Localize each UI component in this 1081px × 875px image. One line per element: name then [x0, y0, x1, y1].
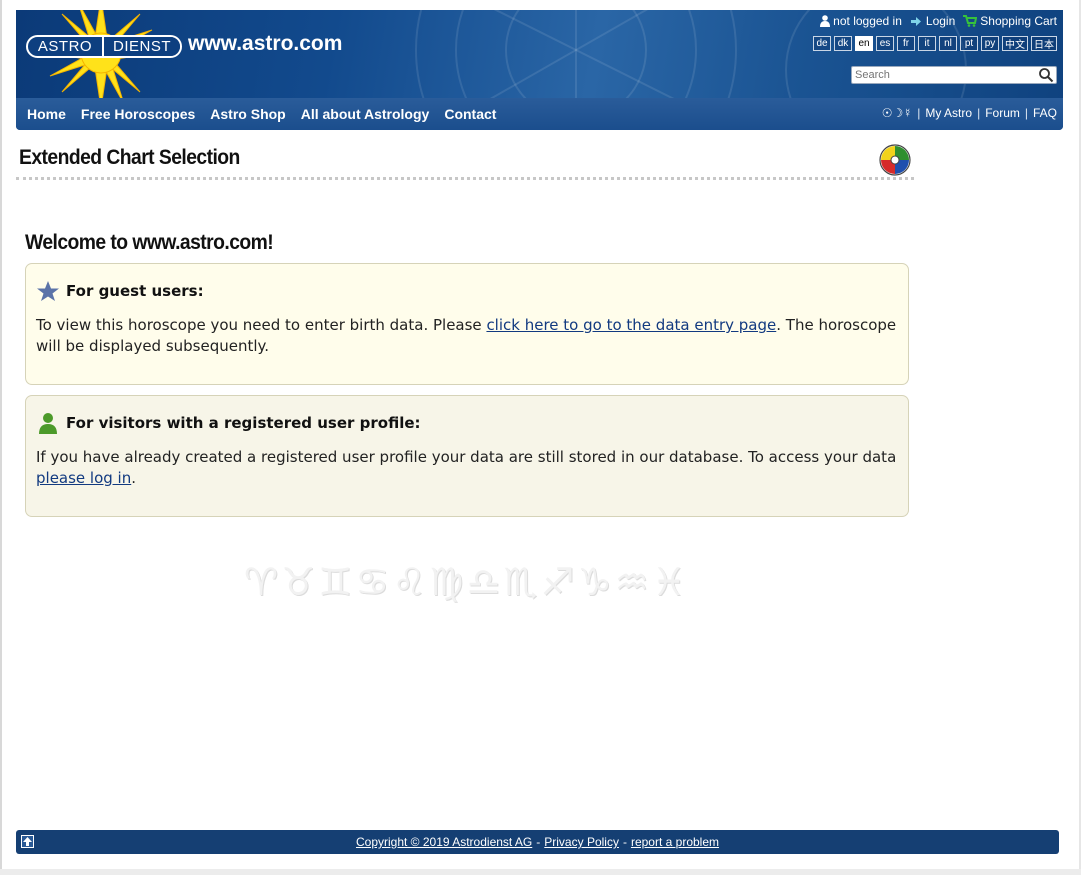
- nav-faq[interactable]: FAQ: [1033, 106, 1057, 120]
- user-icon: [820, 15, 831, 27]
- guest-users-panel: For guest users: To view this horoscope …: [25, 263, 909, 385]
- lang-pt[interactable]: pt: [960, 36, 978, 51]
- shopping-cart-label: Shopping Cart: [980, 14, 1057, 28]
- shopping-cart-link[interactable]: Shopping Cart: [963, 14, 1057, 28]
- footer-separator: -: [622, 835, 627, 849]
- login-link-inline[interactable]: please log in: [36, 469, 131, 487]
- person-icon: [39, 413, 57, 434]
- login-icon: [910, 16, 921, 26]
- planet-symbols-link[interactable]: ☉☽☿: [882, 106, 913, 120]
- registered-panel-text: If you have already created a registered…: [36, 447, 898, 489]
- report-problem-link[interactable]: report a problem: [631, 835, 719, 849]
- nav-forum[interactable]: Forum: [985, 106, 1020, 120]
- window-bottom-edge: [0, 869, 1081, 875]
- lang-fr[interactable]: fr: [897, 36, 915, 51]
- lang-zh[interactable]: 中文: [1002, 36, 1028, 51]
- lang-es[interactable]: es: [876, 36, 894, 51]
- lang-it[interactable]: it: [918, 36, 936, 51]
- astrodienst-logo[interactable]: ASTRO DIENST: [26, 35, 182, 58]
- language-selector: de dk en es fr it nl pt py 中文 日本: [813, 36, 1057, 51]
- window-left-edge: [0, 0, 2, 875]
- registered-panel-heading: For visitors with a registered user prof…: [66, 414, 421, 432]
- page-title: Extended Chart Selection: [19, 146, 240, 169]
- main-navigation: Home Free Horoscopes Astro Shop All abou…: [16, 98, 1063, 130]
- title-divider: [16, 177, 914, 180]
- nav-secondary-links: ☉☽☿ | My Astro | Forum | FAQ: [882, 106, 1057, 120]
- welcome-heading: Welcome to www.astro.com!: [25, 231, 274, 254]
- nav-free-horoscopes[interactable]: Free Horoscopes: [81, 106, 195, 122]
- nav-all-about-astrology[interactable]: All about Astrology: [301, 106, 430, 122]
- search-input[interactable]: [852, 67, 1038, 83]
- shopping-cart-icon: [963, 15, 978, 27]
- site-footer: Copyright © 2019 Astrodienst AG - Privac…: [16, 830, 1059, 854]
- lang-ja[interactable]: 日本: [1031, 36, 1057, 51]
- guest-panel-heading: For guest users:: [66, 282, 204, 300]
- data-entry-link[interactable]: click here to go to the data entry page: [486, 316, 776, 334]
- login-link[interactable]: Login: [910, 14, 955, 28]
- nav-separator: |: [1024, 106, 1028, 120]
- registered-text-before: If you have already created a registered…: [36, 448, 897, 466]
- guest-panel-text: To view this horoscope you need to enter…: [36, 315, 898, 357]
- logo-dienst-text: DIENST: [102, 37, 180, 56]
- search-box: [851, 66, 1057, 84]
- account-links: not logged in Login Shopping Cart: [820, 14, 1057, 28]
- nav-separator: |: [977, 106, 981, 120]
- nav-separator: |: [917, 106, 921, 120]
- nav-astro-shop[interactable]: Astro Shop: [210, 106, 285, 122]
- lang-dk[interactable]: dk: [834, 36, 852, 51]
- lang-nl[interactable]: nl: [939, 36, 957, 51]
- nav-home[interactable]: Home: [27, 106, 66, 122]
- guest-text-before: To view this horoscope you need to enter…: [36, 316, 487, 334]
- lang-de[interactable]: de: [813, 36, 831, 51]
- search-icon[interactable]: [1038, 67, 1054, 83]
- chart-wheel-icon[interactable]: [879, 144, 911, 176]
- privacy-policy-link[interactable]: Privacy Policy: [544, 835, 619, 849]
- lang-en[interactable]: en: [855, 36, 873, 51]
- back-to-top-icon[interactable]: [21, 835, 34, 848]
- login-status: not logged in: [820, 14, 902, 28]
- registered-text-after: .: [131, 469, 137, 487]
- sun-logo-icon: [46, 10, 156, 108]
- nav-my-astro[interactable]: My Astro: [925, 106, 972, 120]
- logo-astro-text: ASTRO: [37, 38, 93, 55]
- login-label: Login: [925, 14, 956, 28]
- zodiac-glyphs-watermark: ♈♉♊♋♌♍♎♏♐♑♒♓: [244, 560, 689, 604]
- star-icon: [37, 281, 59, 301]
- site-header: ASTRO DIENST www.astro.com not logged in…: [16, 10, 1063, 130]
- registered-users-panel: For visitors with a registered user prof…: [25, 395, 909, 517]
- login-status-text: not logged in: [833, 14, 902, 28]
- site-url-title[interactable]: www.astro.com: [188, 32, 342, 56]
- footer-separator: -: [536, 835, 541, 849]
- lang-py[interactable]: py: [981, 36, 999, 51]
- copyright-link[interactable]: Copyright © 2019 Astrodienst AG: [356, 835, 532, 849]
- nav-contact[interactable]: Contact: [444, 106, 496, 122]
